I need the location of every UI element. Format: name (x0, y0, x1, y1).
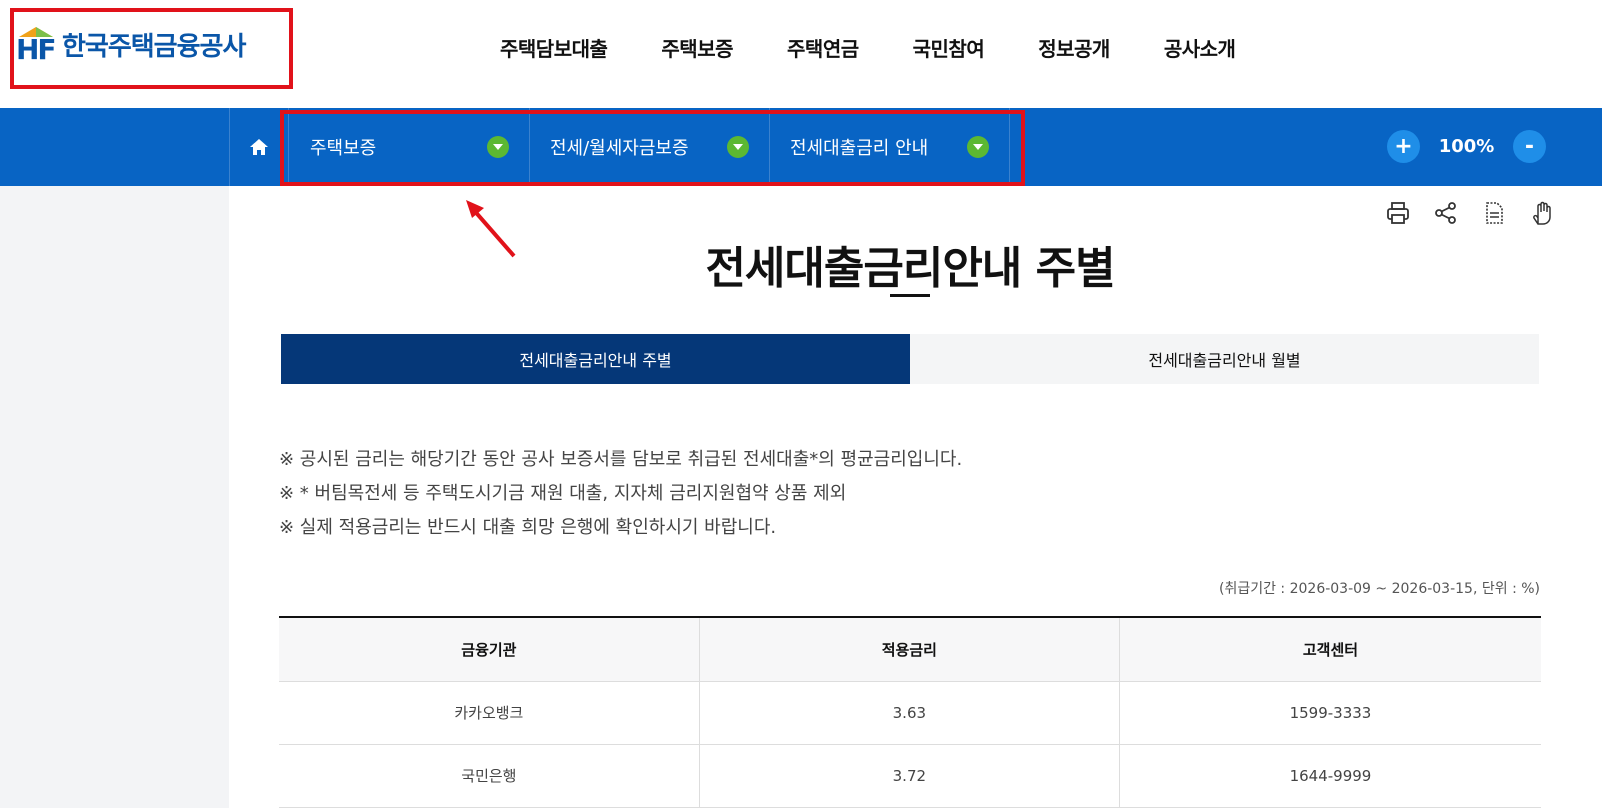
cell-institution: 카카오뱅크 (279, 681, 700, 745)
site-header: HF 한국주택금융공사 주택담보대출 주택보증 주택연금 국민참여 정보공개 공… (0, 0, 1602, 108)
annotation-box-breadcrumb (280, 110, 1025, 186)
nav-item-guarantee[interactable]: 주택보증 (661, 33, 733, 62)
share-icon[interactable] (1433, 200, 1459, 226)
cell-rate: 3.72 (699, 744, 1120, 808)
annotation-box-logo (10, 8, 293, 89)
page-title: 전세대출금리안내 주별 (705, 243, 1115, 294)
cell-institution: 국민은행 (279, 744, 700, 808)
nav-item-participation[interactable]: 국민참여 (913, 33, 985, 62)
zoom-level: 100% (1438, 136, 1495, 157)
nav-item-about[interactable]: 공사소개 (1164, 33, 1236, 62)
rate-table: 금융기관 적용금리 고객센터 카카오뱅크 3.63 1599-3333 국민은행… (279, 616, 1541, 808)
hand-icon[interactable] (1529, 200, 1555, 226)
period-caption: (취급기간 : 2026-03-09 ~ 2026-03-15, 단위 : %) (1219, 581, 1540, 597)
cell-contact: 1644-9999 (1119, 744, 1541, 808)
table-header-row: 금융기관 적용금리 고객센터 (279, 617, 1541, 682)
nav-item-mortgage[interactable]: 주택담보대출 (500, 33, 608, 62)
main-nav: 주택담보대출 주택보증 주택연금 국민참여 정보공개 공사소개 (500, 33, 1289, 62)
column-header-institution: 금융기관 (279, 617, 700, 682)
tab-monthly[interactable]: 전세대출금리안내 월별 (910, 334, 1539, 384)
home-icon (250, 139, 268, 155)
page-tools (1385, 200, 1577, 226)
notice-item: ※ * 버팀목전세 등 주택도시기금 재원 대출, 지자체 금리지원협약 상품 … (279, 483, 847, 504)
table-row: 카카오뱅크 3.63 1599-3333 (279, 681, 1541, 745)
document-icon[interactable] (1481, 200, 1507, 226)
zoom-in-button[interactable]: + (1387, 130, 1420, 163)
nav-item-pension[interactable]: 주택연금 (787, 33, 859, 62)
tab-bar: 전세대출금리안내 주별 전세대출금리안내 월별 (281, 334, 1539, 384)
nav-item-disclosure[interactable]: 정보공개 (1038, 33, 1110, 62)
cell-contact: 1599-3333 (1119, 681, 1541, 745)
left-background (0, 186, 229, 808)
table-row: 국민은행 3.72 1644-9999 (279, 744, 1541, 808)
annotation-arrow (466, 200, 516, 258)
title-underline (890, 294, 930, 297)
notice-item: ※ 공시된 금리는 해당기간 동안 공사 보증서를 담보로 취급된 전세대출*의… (279, 449, 963, 470)
column-header-rate: 적용금리 (699, 617, 1120, 682)
tab-weekly[interactable]: 전세대출금리안내 주별 (281, 334, 910, 384)
print-icon[interactable] (1385, 200, 1411, 226)
zoom-out-button[interactable]: - (1513, 130, 1546, 163)
zoom-control: + 100% - (1387, 130, 1546, 163)
notice-item: ※ 실제 적용금리는 반드시 대출 희망 은행에 확인하시기 바랍니다. (279, 517, 777, 538)
column-header-contact: 고객센터 (1119, 617, 1541, 682)
notice-list: ※ 공시된 금리는 해당기간 동안 공사 보증서를 담보로 취급된 전세대출*의… (279, 443, 962, 545)
cell-rate: 3.63 (699, 681, 1120, 745)
